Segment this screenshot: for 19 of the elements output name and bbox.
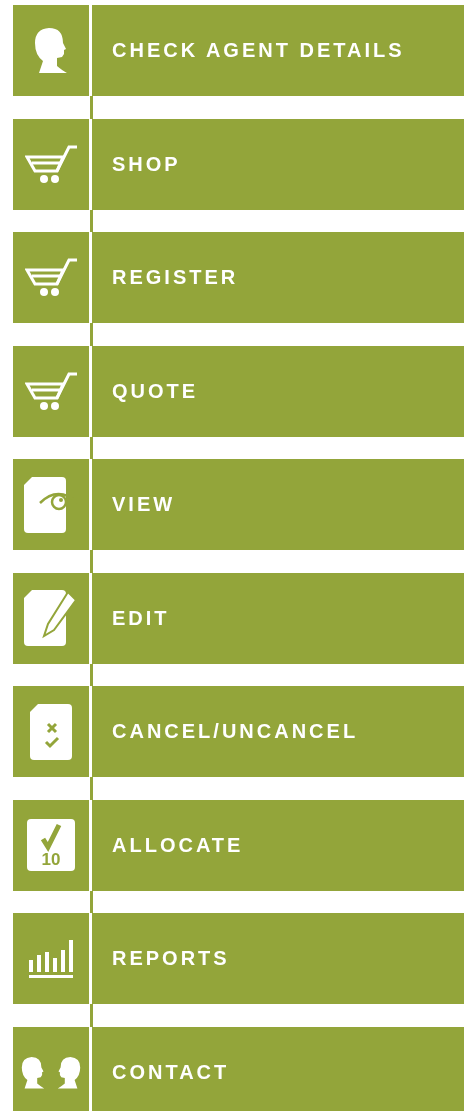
menu-label: QUOTE: [112, 378, 199, 404]
menu-label: EDIT: [112, 605, 170, 631]
menu-label: SHOP: [112, 151, 181, 177]
menu-label: VIEW: [112, 492, 176, 517]
menu-label: CANCEL/UNCANCEL: [112, 719, 359, 744]
shopping-cart-icon: [24, 258, 78, 297]
shopping-cart-icon: [24, 371, 78, 411]
menu-label: REGISTER: [112, 265, 239, 290]
menu-label: CONTACT: [112, 1059, 230, 1085]
document-pencil-icon: [24, 589, 78, 647]
menu-label: ALLOCATE: [112, 832, 244, 858]
checklist-document-icon: [30, 703, 72, 760]
menu-label: REPORTS: [112, 946, 230, 971]
menu-label: CHECK AGENT DETAILS: [112, 38, 405, 63]
head-profile-icon: [34, 27, 68, 74]
two-heads-icon: [21, 1055, 81, 1089]
score-card-icon: 10: [27, 819, 75, 871]
shopping-cart-icon: [24, 144, 78, 184]
bar-chart-icon: [29, 939, 73, 978]
